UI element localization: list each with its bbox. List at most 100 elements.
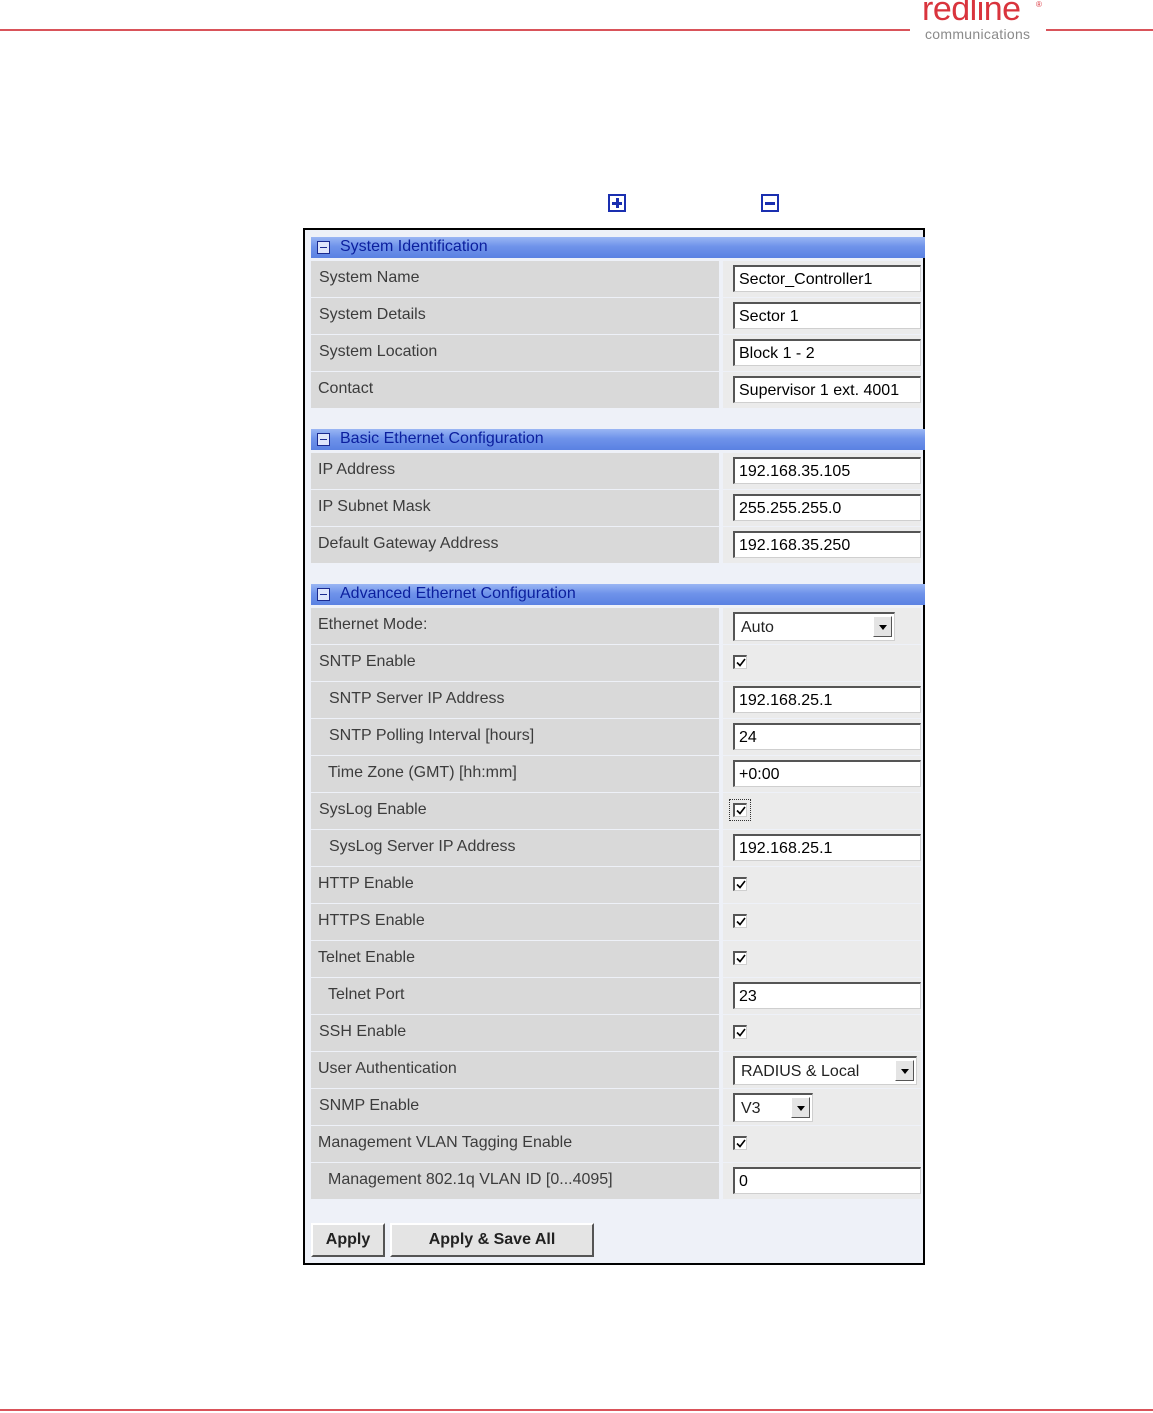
ip-address-input[interactable]: 192.168.35.105 <box>733 457 921 484</box>
field-label: HTTP Enable <box>318 875 414 892</box>
row-default-gateway: Default Gateway Address 192.168.35.250 <box>311 527 921 563</box>
field-label: Management VLAN Tagging Enable <box>318 1134 573 1151</box>
section-header-system-identification[interactable]: System Identification <box>311 237 925 258</box>
row-sntp-enable: SNTP Enable <box>311 645 921 681</box>
sntp-enable-checkbox[interactable] <box>733 655 747 669</box>
field-label: SNTP Server IP Address <box>329 690 505 707</box>
row-ip-address: IP Address 192.168.35.105 <box>311 453 921 489</box>
checkmark-icon <box>736 917 746 926</box>
https-enable-checkbox[interactable] <box>733 914 747 928</box>
header-rule-right <box>1046 29 1153 31</box>
field-label: IP Address <box>318 461 396 478</box>
chevron-down-icon[interactable] <box>873 616 892 637</box>
field-label: HTTPS Enable <box>318 912 425 929</box>
checkmark-icon <box>736 954 746 963</box>
chevron-down-icon[interactable] <box>895 1060 914 1081</box>
logo-word: redline <box>922 0 1021 28</box>
field-label: Telnet Enable <box>318 949 415 966</box>
row-user-authentication: User Authentication RADIUS & Local <box>311 1052 921 1088</box>
plus-box-icon[interactable] <box>608 194 626 212</box>
field-label: User Authentication <box>318 1060 457 1077</box>
system-details-input[interactable]: Sector 1 <box>733 302 921 329</box>
mgmt-vlan-tagging-checkbox[interactable] <box>733 1136 747 1150</box>
row-https-enable: HTTPS Enable <box>311 904 921 940</box>
minus-box-icon[interactable] <box>761 194 779 212</box>
field-label: Telnet Port <box>328 986 405 1003</box>
sntp-server-input[interactable]: 192.168.25.1 <box>733 686 921 713</box>
select-value: Auto <box>741 619 774 636</box>
row-http-enable: HTTP Enable <box>311 867 921 903</box>
field-label: System Location <box>319 343 438 360</box>
ssh-enable-checkbox[interactable] <box>733 1025 747 1039</box>
row-ethernet-mode: Ethernet Mode: Auto <box>311 608 921 644</box>
checkmark-icon <box>736 1139 746 1148</box>
field-label: SNTP Enable <box>319 653 416 670</box>
collapse-icon[interactable] <box>317 588 330 601</box>
mgmt-vlan-id-input[interactable]: 0 <box>733 1167 921 1194</box>
collapse-icon[interactable] <box>317 433 330 446</box>
field-label: SSH Enable <box>319 1023 407 1040</box>
section-title: System Identification <box>340 238 488 255</box>
time-zone-input[interactable]: +0:00 <box>733 760 921 787</box>
default-gateway-input[interactable]: 192.168.35.250 <box>733 531 921 558</box>
logo-reg-mark: ® <box>1036 0 1042 9</box>
checkmark-icon <box>736 806 746 815</box>
row-sntp-interval: SNTP Polling Interval [hours] 24 <box>311 719 921 755</box>
row-telnet-port: Telnet Port 23 <box>311 978 921 1014</box>
section-header-advanced-ethernet[interactable]: Advanced Ethernet Configuration <box>311 584 925 605</box>
checkmark-icon <box>736 658 746 667</box>
section-title: Advanced Ethernet Configuration <box>340 585 576 602</box>
syslog-server-input[interactable]: 192.168.25.1 <box>733 834 921 861</box>
row-telnet-enable: Telnet Enable <box>311 941 921 977</box>
field-label: System Name <box>319 269 420 286</box>
field-label: Time Zone (GMT) [hh:mm] <box>328 764 517 781</box>
sntp-interval-input[interactable]: 24 <box>733 723 921 750</box>
row-contact: Contact Supervisor 1 ext. 4001 <box>311 372 921 408</box>
row-system-location: System Location Block 1 - 2 <box>311 335 921 371</box>
user-authentication-select[interactable]: RADIUS & Local <box>733 1056 917 1085</box>
field-label: System Details <box>319 306 426 323</box>
row-ip-subnet-mask: IP Subnet Mask 255.255.255.0 <box>311 490 921 526</box>
row-time-zone: Time Zone (GMT) [hh:mm] +0:00 <box>311 756 921 792</box>
row-mgmt-vlan-id: Management 802.1q VLAN ID [0...4095] 0 <box>311 1163 921 1199</box>
field-label: Default Gateway Address <box>318 535 499 552</box>
row-sntp-server: SNTP Server IP Address 192.168.25.1 <box>311 682 921 718</box>
section-header-basic-ethernet[interactable]: Basic Ethernet Configuration <box>311 429 925 450</box>
footer-rule <box>0 1409 1153 1411</box>
field-label: Ethernet Mode: <box>318 616 428 633</box>
snmp-version-select[interactable]: V3 <box>733 1093 813 1122</box>
checkmark-icon <box>736 1028 746 1037</box>
field-label: SysLog Server IP Address <box>329 838 516 855</box>
row-snmp-enable: SNMP Enable V3 <box>311 1089 921 1125</box>
apply-save-all-button[interactable]: Apply & Save All <box>390 1223 594 1257</box>
row-system-name: System Name Sector_Controller1 <box>311 261 921 297</box>
checkmark-icon <box>736 880 746 889</box>
telnet-enable-checkbox[interactable] <box>733 951 747 965</box>
chevron-down-icon[interactable] <box>791 1097 810 1118</box>
field-label: SysLog Enable <box>319 801 427 818</box>
field-label: IP Subnet Mask <box>318 498 431 515</box>
system-name-input[interactable]: Sector_Controller1 <box>733 265 921 292</box>
row-ssh-enable: SSH Enable <box>311 1015 921 1051</box>
field-label: Contact <box>318 380 374 397</box>
system-config-panel: System Identification System Name Sector… <box>303 228 925 1265</box>
header-rule <box>0 29 910 31</box>
ethernet-mode-select[interactable]: Auto <box>733 612 895 641</box>
collapse-icon[interactable] <box>317 241 330 254</box>
row-system-details: System Details Sector 1 <box>311 298 921 334</box>
section-title: Basic Ethernet Configuration <box>340 430 544 447</box>
system-location-input[interactable]: Block 1 - 2 <box>733 339 921 366</box>
field-label: Management 802.1q VLAN ID [0...4095] <box>328 1171 613 1188</box>
row-syslog-server: SysLog Server IP Address 192.168.25.1 <box>311 830 921 866</box>
field-label: SNTP Polling Interval [hours] <box>329 727 535 744</box>
contact-input[interactable]: Supervisor 1 ext. 4001 <box>733 376 921 403</box>
logo-tagline: communications <box>925 26 1031 42</box>
syslog-enable-checkbox[interactable] <box>729 799 751 821</box>
apply-button[interactable]: Apply <box>311 1223 385 1257</box>
select-value: RADIUS & Local <box>741 1063 860 1080</box>
subnet-mask-input[interactable]: 255.255.255.0 <box>733 494 921 521</box>
select-value: V3 <box>741 1100 761 1117</box>
http-enable-checkbox[interactable] <box>733 877 747 891</box>
redline-logo: redline ® communications <box>922 0 1046 48</box>
telnet-port-input[interactable]: 23 <box>733 982 921 1009</box>
